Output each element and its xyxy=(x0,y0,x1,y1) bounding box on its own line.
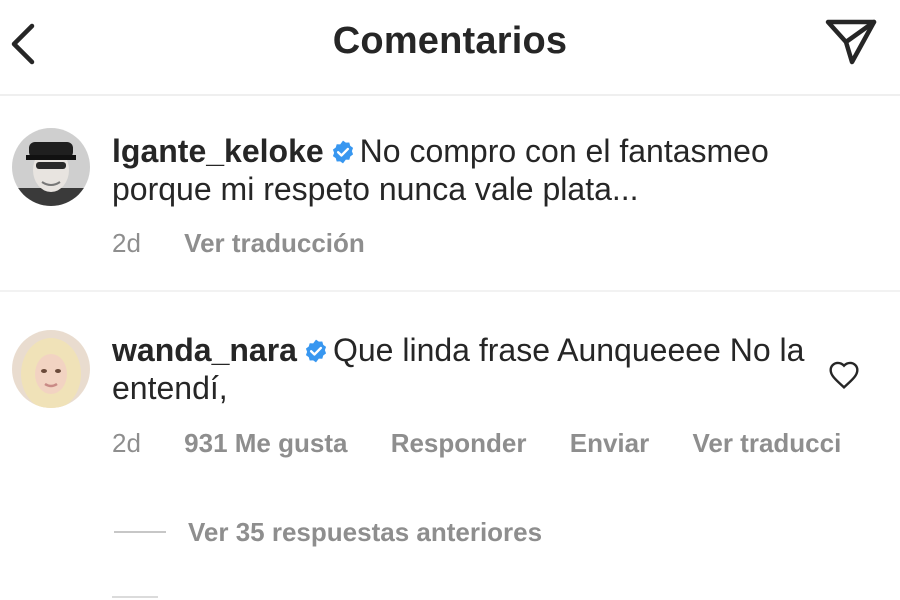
verified-badge-icon xyxy=(305,339,327,363)
comment-body: wanda_nara Que linda frase Aunqueeee No l… xyxy=(112,331,830,407)
avatar[interactable] xyxy=(12,330,90,408)
comment-body: lgante_keloke No compro con el fantasmeo … xyxy=(112,132,830,208)
header-bar: Comentarios xyxy=(0,0,900,96)
page-title: Comentarios xyxy=(332,20,568,62)
comment-item: wanda_nara Que linda frase Aunqueeee No l… xyxy=(0,300,900,500)
comment-item: lgante_keloke No compro con el fantasmeo … xyxy=(0,112,900,292)
paper-plane-icon xyxy=(825,19,877,65)
comment-meta: 2d Ver traducción xyxy=(112,228,401,259)
reply-button[interactable]: Responder xyxy=(391,428,527,458)
comment-meta: 2d 931 Me gusta Responder Enviar Ver tra… xyxy=(112,428,877,459)
comment-username[interactable]: wanda_nara xyxy=(112,332,297,368)
divider xyxy=(112,596,158,598)
avatar[interactable] xyxy=(12,128,90,206)
comment-time: 2d xyxy=(112,228,141,258)
send-button[interactable] xyxy=(822,16,880,68)
view-replies-label: Ver 35 respuestas anteriores xyxy=(188,516,543,547)
like-button[interactable] xyxy=(828,360,860,392)
comment-time: 2d xyxy=(112,428,141,458)
translate-link[interactable]: Ver traducción xyxy=(184,228,365,258)
likes-count[interactable]: 931 Me gusta xyxy=(184,428,347,458)
comment-username[interactable]: lgante_keloke xyxy=(112,133,324,169)
translate-link[interactable]: Ver traducci xyxy=(692,428,841,458)
verified-badge-icon xyxy=(332,140,353,164)
heart-icon xyxy=(829,361,859,389)
view-replies-button[interactable]: Ver 35 respuestas anteriores xyxy=(114,512,542,552)
send-comment-button[interactable]: Enviar xyxy=(570,428,650,458)
replies-divider xyxy=(114,531,166,533)
